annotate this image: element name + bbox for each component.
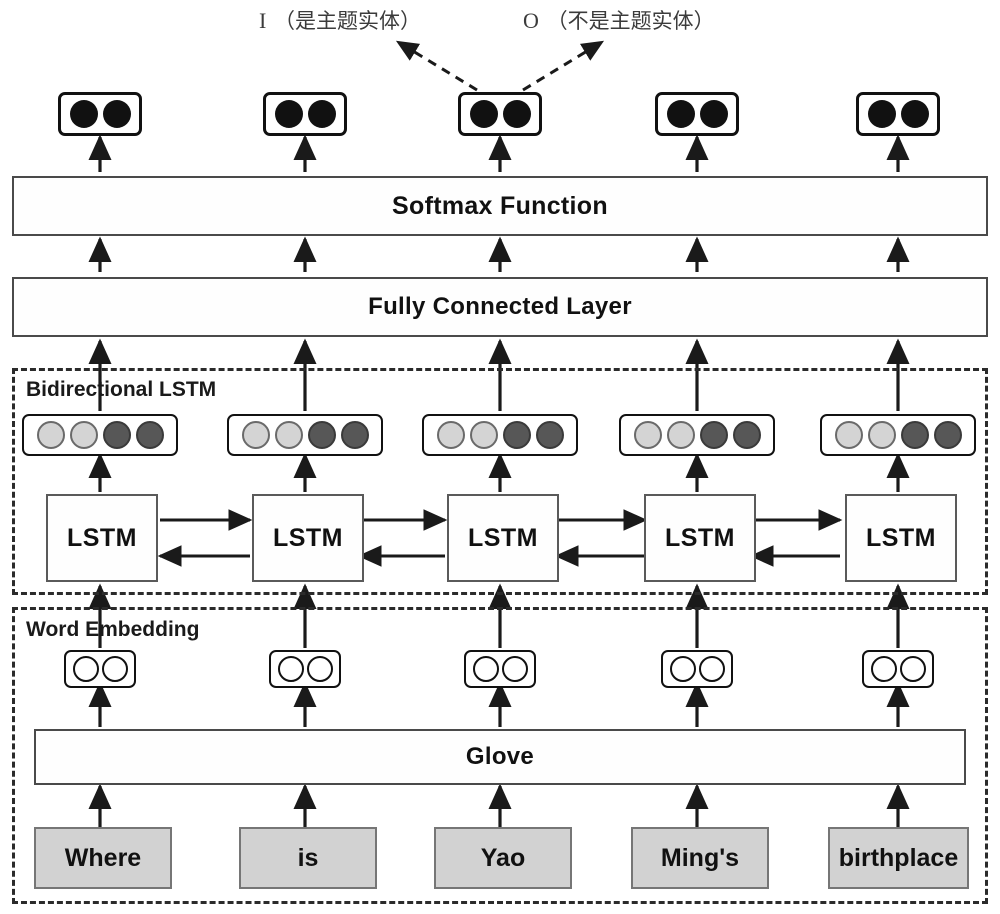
hidden-dot-light — [274, 421, 303, 449]
input-word-box[interactable]: Where — [34, 827, 172, 889]
output-dot — [666, 100, 695, 128]
lstm-cell-label: LSTM — [467, 523, 539, 552]
output-dot — [307, 100, 336, 128]
lstm-cell-label: LSTM — [865, 523, 937, 552]
softmax-layer-label: Softmax Function — [392, 191, 608, 220]
tag-symbol-o: O — [523, 8, 540, 33]
hidden-dot-dark — [699, 421, 728, 449]
hidden-dot-dark — [900, 421, 929, 449]
hidden-state-box[interactable] — [227, 414, 383, 456]
hidden-state-box[interactable] — [820, 414, 976, 456]
lstm-cell[interactable]: LSTM — [644, 494, 756, 582]
softmax-layer[interactable]: Softmax Function — [12, 176, 988, 236]
embedding-dot — [501, 656, 528, 682]
output-state-box[interactable] — [263, 92, 347, 136]
input-word-box[interactable]: Yao — [434, 827, 572, 889]
lstm-cell-label: LSTM — [664, 523, 736, 552]
output-state-box[interactable] — [856, 92, 940, 136]
embedding-dot — [669, 656, 696, 682]
hidden-dot-light — [633, 421, 662, 449]
hidden-state-box[interactable] — [422, 414, 578, 456]
input-word-box[interactable]: is — [239, 827, 377, 889]
hidden-dot-dark — [102, 421, 131, 449]
output-dot — [900, 100, 929, 128]
embedding-dot — [101, 656, 128, 682]
hidden-dot-dark — [502, 421, 531, 449]
embedding-dot — [870, 656, 897, 682]
hidden-dot-light — [36, 421, 65, 449]
output-state-box[interactable] — [655, 92, 739, 136]
embedding-dot — [899, 656, 926, 682]
input-word-label: Where — [64, 843, 142, 872]
input-word-box[interactable]: birthplace — [828, 827, 969, 889]
hidden-state-box[interactable] — [22, 414, 178, 456]
embedding-box[interactable] — [862, 650, 934, 688]
output-dot — [502, 100, 531, 128]
lstm-cell-label: LSTM — [66, 523, 138, 552]
fully-connected-layer-label: Fully Connected Layer — [368, 293, 632, 320]
hidden-dot-light — [241, 421, 270, 449]
input-word-box[interactable]: Ming's — [631, 827, 769, 889]
hidden-state-box[interactable] — [619, 414, 775, 456]
embedding-dot — [698, 656, 725, 682]
hidden-dot-dark — [340, 421, 369, 449]
lstm-cell[interactable]: LSTM — [252, 494, 364, 582]
output-state-box[interactable] — [58, 92, 142, 136]
hidden-dot-dark — [307, 421, 336, 449]
fully-connected-layer[interactable]: Fully Connected Layer — [12, 277, 988, 337]
output-dot — [867, 100, 896, 128]
hidden-dot-dark — [933, 421, 962, 449]
embedding-box[interactable] — [269, 650, 341, 688]
lstm-cell[interactable]: LSTM — [447, 494, 559, 582]
embedding-box[interactable] — [64, 650, 136, 688]
tag-label-inside: I （是主题实体） — [259, 10, 421, 32]
glove-layer[interactable]: Glove — [34, 729, 966, 785]
lstm-cell[interactable]: LSTM — [46, 494, 158, 582]
bidirectional-lstm-group-label: Bidirectional LSTM — [26, 378, 217, 401]
output-state-box-tagged[interactable] — [458, 92, 542, 136]
embedding-box[interactable] — [661, 650, 733, 688]
lstm-cell[interactable]: LSTM — [845, 494, 957, 582]
hidden-dot-dark — [135, 421, 164, 449]
hidden-dot-light — [666, 421, 695, 449]
input-word-label: is — [297, 843, 319, 872]
embedding-box[interactable] — [464, 650, 536, 688]
hidden-dot-light — [69, 421, 98, 449]
embedding-dot — [72, 656, 99, 682]
hidden-dot-light — [834, 421, 863, 449]
output-dot — [102, 100, 131, 128]
tag-symbol-i: I — [259, 8, 268, 33]
diagram-canvas: I （是主题实体） O （不是主题实体） Softmax Function Fu… — [0, 0, 1000, 914]
hidden-dot-light — [867, 421, 896, 449]
tag-label-outside: O （不是主题实体） — [523, 10, 715, 32]
hidden-dot-light — [469, 421, 498, 449]
lstm-cell-label: LSTM — [272, 523, 344, 552]
embedding-dot — [306, 656, 333, 682]
hidden-dot-light — [436, 421, 465, 449]
hidden-dot-dark — [535, 421, 564, 449]
output-dot — [274, 100, 303, 128]
output-dot — [69, 100, 98, 128]
glove-layer-label: Glove — [465, 743, 535, 770]
output-dot — [469, 100, 498, 128]
tag-desc-i: （是主题实体） — [274, 9, 422, 33]
input-word-label: Ming's — [660, 843, 740, 872]
embedding-dot — [472, 656, 499, 682]
input-word-label: birthplace — [838, 843, 959, 872]
hidden-dot-dark — [732, 421, 761, 449]
tag-desc-o: （不是主题实体） — [546, 9, 715, 33]
output-dot — [699, 100, 728, 128]
word-embedding-group-label: Word Embedding — [26, 618, 200, 641]
embedding-dot — [277, 656, 304, 682]
input-word-label: Yao — [480, 843, 526, 872]
